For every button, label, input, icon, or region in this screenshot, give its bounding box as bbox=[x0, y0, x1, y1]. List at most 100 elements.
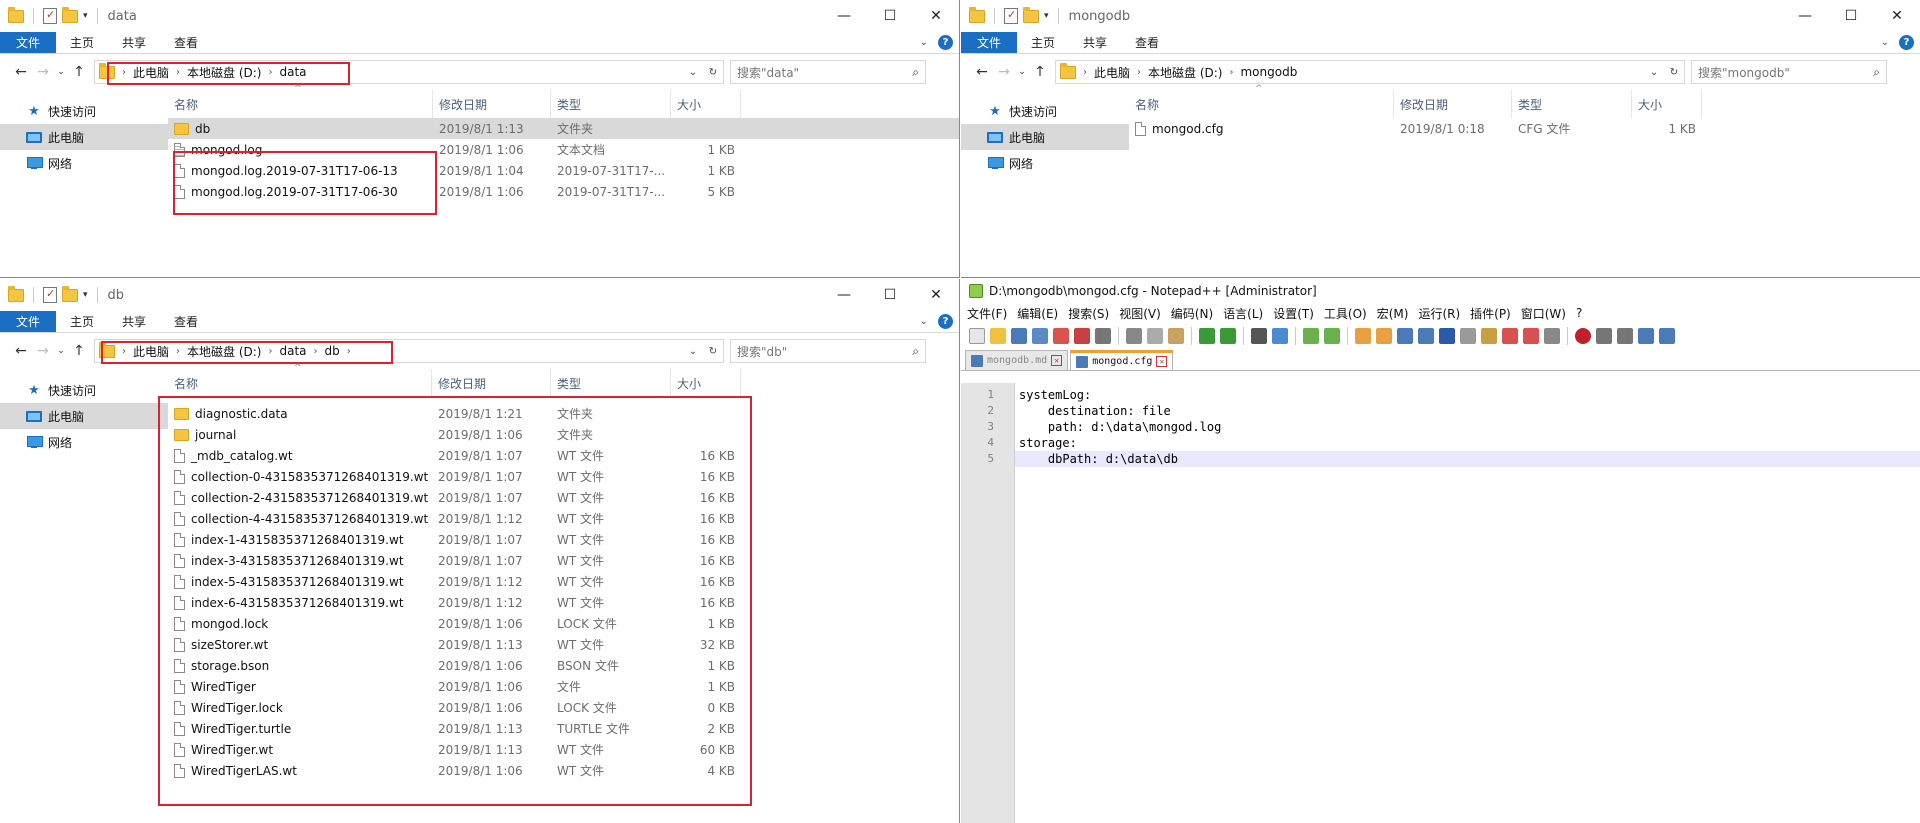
column-name[interactable]: 名称 bbox=[168, 369, 432, 397]
new-folder-icon[interactable] bbox=[62, 6, 78, 23]
column-type[interactable]: 类型 bbox=[551, 90, 671, 118]
file-row[interactable]: WiredTiger.lock 2019/8/1 1:06 LOCK 文件 0 KB bbox=[168, 697, 959, 718]
code-line[interactable]: storage: bbox=[1015, 435, 1920, 451]
search-input[interactable]: 搜索"data" ⌕ bbox=[730, 60, 926, 84]
close-file-icon[interactable] bbox=[1053, 328, 1069, 344]
file-row[interactable]: mongod.lock 2019/8/1 1:06 LOCK 文件 1 KB bbox=[168, 613, 959, 634]
properties-icon[interactable] bbox=[1004, 8, 1018, 24]
menu-item[interactable]: 视图(V) bbox=[1119, 305, 1161, 322]
tab-file[interactable]: 文件 bbox=[0, 32, 57, 53]
replace-icon[interactable] bbox=[1272, 328, 1288, 344]
column-type[interactable]: 类型 bbox=[1512, 90, 1632, 118]
help-icon[interactable]: ? bbox=[938, 314, 953, 329]
customize-quick-access-icon[interactable]: ▾ bbox=[83, 11, 88, 21]
menu-item[interactable]: 工具(O) bbox=[1324, 305, 1367, 322]
up-button[interactable]: ↑ bbox=[68, 343, 90, 359]
close-tab-icon[interactable]: ✕ bbox=[1156, 356, 1168, 367]
close-tab-icon[interactable]: ✕ bbox=[1051, 355, 1063, 366]
menu-item[interactable]: 文件(F) bbox=[967, 305, 1007, 322]
nav-network[interactable]: 网络 bbox=[0, 429, 168, 455]
file-row[interactable]: mongod.log 2019/8/1 1:06 文本文档 1 KB bbox=[168, 139, 959, 160]
column-date[interactable]: 修改日期 bbox=[432, 369, 551, 397]
breadcrumb-this-pc[interactable]: 此电脑 bbox=[133, 343, 169, 360]
file-row[interactable]: collection-4-4315835371268401319.wt 2019/… bbox=[168, 508, 959, 529]
breadcrumb-mongodb[interactable]: mongodb bbox=[1240, 65, 1297, 79]
code-line[interactable]: destination: file bbox=[1015, 403, 1920, 419]
menu-item[interactable]: 设置(T) bbox=[1273, 305, 1314, 322]
file-row[interactable]: sizeStorer.wt 2019/8/1 1:13 WT 文件 32 KB bbox=[168, 634, 959, 655]
close-button[interactable]: ✕ bbox=[913, 0, 959, 32]
menu-item[interactable]: 窗口(W) bbox=[1521, 305, 1566, 322]
address-bar[interactable]: › 此电脑 › 本地磁盘 (D:) › data › db › ⌄ ↻ bbox=[94, 339, 724, 363]
tab-mongodb-md[interactable]: mongodb.md ✕ bbox=[965, 350, 1069, 370]
file-row[interactable]: collection-2-4315835371268401319.wt 2019/… bbox=[168, 487, 959, 508]
cut-icon[interactable] bbox=[1126, 328, 1142, 344]
sync-horizontal-icon[interactable] bbox=[1376, 328, 1392, 344]
maximize-button[interactable]: ☐ bbox=[867, 0, 913, 32]
tab-mongod-cfg[interactable]: mongod.cfg ✕ bbox=[1070, 350, 1174, 370]
close-button[interactable]: ✕ bbox=[1874, 0, 1920, 32]
nav-network[interactable]: 网络 bbox=[961, 150, 1129, 176]
address-bar[interactable]: › 此电脑 › 本地磁盘 (D:) › data ⌄ ↻ bbox=[94, 60, 724, 84]
file-row[interactable]: journal 2019/8/1 1:06 文件夹 bbox=[168, 424, 959, 445]
nav-this-pc[interactable]: 此电脑 bbox=[0, 124, 168, 150]
file-row[interactable]: _mdb_catalog.wt 2019/8/1 1:07 WT 文件 16 KB bbox=[168, 445, 959, 466]
nav-this-pc[interactable]: 此电脑 bbox=[961, 124, 1129, 150]
expand-ribbon-icon[interactable]: ⌄ bbox=[920, 37, 928, 48]
print-icon[interactable] bbox=[1095, 328, 1111, 344]
file-row[interactable]: db 2019/8/1 1:13 文件夹 bbox=[168, 118, 959, 139]
breadcrumb-data[interactable]: data bbox=[279, 65, 306, 79]
tab-file[interactable]: 文件 bbox=[0, 311, 57, 332]
close-button[interactable]: ✕ bbox=[913, 279, 959, 311]
zoom-in-icon[interactable] bbox=[1303, 328, 1319, 344]
column-date[interactable]: 修改日期 bbox=[1394, 90, 1512, 118]
undo-icon[interactable] bbox=[1199, 328, 1215, 344]
file-row[interactable]: WiredTiger 2019/8/1 1:06 文件 1 KB bbox=[168, 676, 959, 697]
properties-icon[interactable] bbox=[43, 287, 57, 303]
tab-home[interactable]: 主页 bbox=[56, 32, 108, 53]
tab-view[interactable]: 查看 bbox=[160, 32, 212, 53]
nav-quick-access[interactable]: ★ 快速访问 bbox=[0, 98, 168, 124]
address-dropdown-icon[interactable]: ⌄ bbox=[1644, 67, 1664, 78]
forward-button[interactable]: → bbox=[32, 64, 54, 80]
up-button[interactable]: ↑ bbox=[1029, 64, 1051, 80]
minimize-button[interactable]: — bbox=[821, 0, 867, 32]
address-dropdown-icon[interactable]: ⌄ bbox=[683, 346, 703, 357]
close-all-icon[interactable] bbox=[1074, 328, 1090, 344]
customize-quick-access-icon[interactable]: ▾ bbox=[1044, 11, 1049, 21]
monitoring-icon[interactable] bbox=[1544, 328, 1560, 344]
file-row[interactable]: index-1-4315835371268401319.wt 2019/8/1 1… bbox=[168, 529, 959, 550]
doc-map-icon[interactable] bbox=[1481, 328, 1497, 344]
breadcrumb-drive-d[interactable]: 本地磁盘 (D:) bbox=[187, 64, 261, 81]
forward-button[interactable]: → bbox=[993, 64, 1015, 80]
file-row[interactable]: mongod.log.2019-07-31T17-06-13 2019/8/1 1… bbox=[168, 160, 959, 181]
expand-ribbon-icon[interactable]: ⌄ bbox=[1881, 37, 1889, 48]
tab-home[interactable]: 主页 bbox=[1017, 32, 1069, 53]
save-icon[interactable] bbox=[1011, 328, 1027, 344]
redo-icon[interactable] bbox=[1220, 328, 1236, 344]
column-name[interactable]: 名称 bbox=[1129, 90, 1394, 118]
recent-locations-icon[interactable]: ⌄ bbox=[54, 67, 68, 77]
customize-quick-access-icon[interactable]: ▾ bbox=[83, 290, 88, 300]
save-macro-icon[interactable] bbox=[1659, 328, 1675, 344]
open-file-icon[interactable] bbox=[990, 328, 1006, 344]
back-button[interactable]: ← bbox=[971, 64, 993, 80]
new-folder-icon[interactable] bbox=[62, 285, 78, 302]
help-icon[interactable]: ? bbox=[1899, 35, 1914, 50]
minimize-button[interactable]: — bbox=[821, 279, 867, 311]
column-size[interactable]: 大小 bbox=[671, 369, 741, 397]
run-macro-multiple-icon[interactable] bbox=[1638, 328, 1654, 344]
breadcrumb-this-pc[interactable]: 此电脑 bbox=[1094, 64, 1130, 81]
tab-share[interactable]: 共享 bbox=[108, 32, 160, 53]
file-row[interactable]: WiredTiger.wt 2019/8/1 1:13 WT 文件 60 KB bbox=[168, 739, 959, 760]
up-button[interactable]: ↑ bbox=[68, 64, 90, 80]
help-icon[interactable]: ? bbox=[938, 35, 953, 50]
indent-guide-icon[interactable] bbox=[1439, 328, 1455, 344]
search-input[interactable]: 搜索"db" ⌕ bbox=[730, 339, 926, 363]
tab-file[interactable]: 文件 bbox=[961, 32, 1018, 53]
function-list-icon[interactable] bbox=[1502, 328, 1518, 344]
play-macro-icon[interactable] bbox=[1617, 328, 1633, 344]
editor[interactable]: 1 2 3 4 5 systemLog: destination: file path:… bbox=[961, 383, 1920, 823]
tab-view[interactable]: 查看 bbox=[160, 311, 212, 332]
nav-this-pc[interactable]: 此电脑 bbox=[0, 403, 168, 429]
